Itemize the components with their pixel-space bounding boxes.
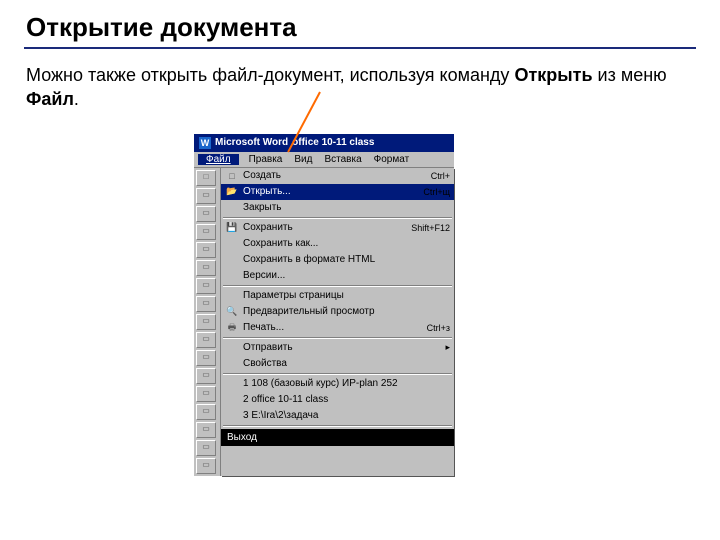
menu-item-label: Печать...: [243, 322, 419, 333]
menu-item[interactable]: Отправить ▸: [221, 340, 454, 356]
para-suffix: .: [74, 89, 79, 109]
doc-name: office 10-11 class: [292, 137, 374, 148]
menu-item[interactable]: Свойства: [221, 356, 454, 372]
toolbar-button[interactable]: ▭: [196, 314, 216, 330]
toolbar-button[interactable]: ▭: [196, 386, 216, 402]
toolbar-button[interactable]: ▭: [196, 224, 216, 240]
menu-item-shortcut: Shift+F12: [407, 223, 450, 233]
menu-item-icon: [225, 358, 239, 370]
menu-insert[interactable]: Вставка: [322, 154, 363, 165]
toolbar-button[interactable]: □: [196, 170, 216, 186]
toolbar-button[interactable]: ▭: [196, 188, 216, 204]
toolbar-button[interactable]: ▭: [196, 260, 216, 276]
menu-item-shortcut: ▸: [441, 342, 450, 353]
menu-item-icon: 🔍: [225, 306, 239, 318]
menu-view[interactable]: Вид: [292, 154, 314, 165]
menu-item[interactable]: 🔍 Предварительный просмотр: [221, 304, 454, 320]
screenshot: W Microsoft Word office 10-11 class Файл…: [194, 134, 454, 476]
file-menu-dropdown: □ Создать Ctrl+ 📂 Открыть... Ctrl+щ Закрыть 💾 Со…: [221, 168, 454, 476]
menubar: Файл Правка Вид Вставка Формат: [194, 152, 454, 168]
menu-item-label: Закрыть: [243, 202, 442, 213]
menu-item[interactable]: 2 office 10-11 class: [221, 392, 454, 408]
toolbar-left: □ ▭ ▭ ▭ ▭ ▭ ▭ ▭ ▭ ▭ ▭ ▭ ▭ ▭ ▭ ▭ ▭: [194, 168, 221, 476]
menu-exit[interactable]: Выход: [221, 429, 454, 446]
slide-title: Открытие документа: [26, 12, 696, 43]
menu-item-icon: [225, 394, 239, 406]
menu-item-icon: 📂: [225, 186, 239, 198]
menu-item[interactable]: 1 108 (базовый курс) ИР-plan 252: [221, 376, 454, 392]
para-mid: из меню: [593, 65, 667, 85]
menu-separator: [223, 373, 452, 375]
app-name: Microsoft Word: [215, 137, 288, 148]
menu-edit[interactable]: Правка: [247, 154, 285, 165]
menu-item-icon: [225, 378, 239, 390]
menu-item-icon: [225, 202, 239, 214]
menu-item[interactable]: Параметры страницы: [221, 288, 454, 304]
menu-item-label: 1 108 (базовый курс) ИР-plan 252: [243, 378, 442, 389]
menu-item-label: 2 office 10-11 class: [243, 394, 442, 405]
menu-item[interactable]: Сохранить в формате HTML: [221, 252, 454, 268]
toolbar-button[interactable]: ▭: [196, 440, 216, 456]
menu-item-icon: [225, 290, 239, 302]
para-bold-open: Открыть: [514, 65, 592, 85]
toolbar-button[interactable]: ▭: [196, 296, 216, 312]
menu-separator: [223, 337, 452, 339]
menu-item-label: Параметры страницы: [243, 290, 442, 301]
menu-separator: [223, 425, 452, 427]
menu-item-label: Открыть...: [243, 186, 415, 197]
toolbar-button[interactable]: ▭: [196, 458, 216, 474]
menu-item-shortcut: Ctrl+з: [423, 323, 450, 333]
menu-item-label: Сохранить: [243, 222, 403, 233]
menu-item-icon: [225, 238, 239, 250]
toolbar-button[interactable]: ▭: [196, 404, 216, 420]
menu-item-shortcut: Ctrl+: [427, 171, 450, 181]
menu-item-icon: 💾: [225, 222, 239, 234]
menu-item[interactable]: 🖶 Печать... Ctrl+з: [221, 320, 454, 336]
menu-item[interactable]: Версии...: [221, 268, 454, 284]
menu-item[interactable]: 3 E:\Ira\2\задача: [221, 408, 454, 424]
menu-item-icon: [225, 410, 239, 422]
title-rule: [24, 47, 696, 49]
toolbar-button[interactable]: ▭: [196, 368, 216, 384]
menu-item-icon: □: [225, 170, 239, 182]
menu-item-icon: [225, 270, 239, 282]
window-titlebar: W Microsoft Word office 10-11 class: [194, 134, 454, 152]
menu-item[interactable]: Сохранить как...: [221, 236, 454, 252]
menu-item-icon: [225, 254, 239, 266]
menu-item-label: Сохранить как...: [243, 238, 442, 249]
toolbar-button[interactable]: ▭: [196, 350, 216, 366]
menu-format[interactable]: Формат: [372, 154, 412, 165]
menu-item[interactable]: 📂 Открыть... Ctrl+щ: [221, 184, 454, 200]
para-pre: Можно также открыть файл-документ, испол…: [26, 65, 514, 85]
para-bold-file: Файл: [26, 89, 74, 109]
menu-item-icon: [225, 342, 239, 354]
toolbar-button[interactable]: ▭: [196, 242, 216, 258]
menu-separator: [223, 217, 452, 219]
menu-item[interactable]: Закрыть: [221, 200, 454, 216]
word-icon: W: [199, 137, 211, 149]
menu-separator: [223, 285, 452, 287]
menu-item-label: 3 E:\Ira\2\задача: [243, 410, 442, 421]
toolbar-button[interactable]: ▭: [196, 332, 216, 348]
menu-item-label: Версии...: [243, 270, 442, 281]
menu-item-label: Сохранить в формате HTML: [243, 254, 442, 265]
menu-item-label: Предварительный просмотр: [243, 306, 442, 317]
menu-item-label: Создать: [243, 170, 423, 181]
menu-item[interactable]: □ Создать Ctrl+: [221, 168, 454, 184]
slide-paragraph: Можно также открыть файл-документ, испол…: [26, 63, 696, 112]
menu-item-label: Отправить: [243, 342, 437, 353]
toolbar-button[interactable]: ▭: [196, 206, 216, 222]
menu-item-shortcut: Ctrl+щ: [419, 187, 450, 197]
menu-file[interactable]: Файл: [198, 154, 239, 165]
app-body: □ ▭ ▭ ▭ ▭ ▭ ▭ ▭ ▭ ▭ ▭ ▭ ▭ ▭ ▭ ▭ ▭ □Созда: [194, 168, 454, 476]
menu-item-icon: 🖶: [225, 322, 239, 334]
menu-item[interactable]: 💾 Сохранить Shift+F12: [221, 220, 454, 236]
menu-item-label: Свойства: [243, 358, 442, 369]
toolbar-button[interactable]: ▭: [196, 422, 216, 438]
toolbar-button[interactable]: ▭: [196, 278, 216, 294]
